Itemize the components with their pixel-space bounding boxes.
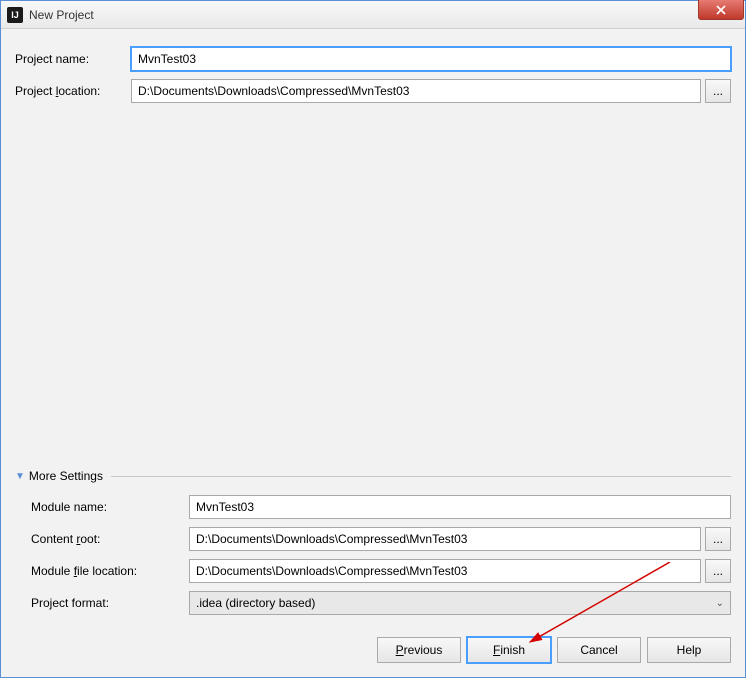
button-bar: Previous Finish Cancel Help	[15, 637, 731, 663]
content-root-label: Content root:	[31, 532, 189, 546]
project-format-label: Project format:	[31, 596, 189, 610]
more-settings-body: Module name: Content root: ... Module fi…	[15, 495, 731, 623]
help-button[interactable]: Help	[647, 637, 731, 663]
module-file-input[interactable]	[189, 559, 701, 583]
project-format-select[interactable]: .idea (directory based) ⌄	[189, 591, 731, 615]
module-name-label: Module name:	[31, 500, 189, 514]
more-settings-toggle[interactable]: ▼ More Settings	[15, 469, 731, 483]
window-title: New Project	[29, 8, 94, 22]
close-icon	[716, 5, 726, 15]
project-name-label: Project name:	[15, 52, 131, 66]
close-button[interactable]	[698, 0, 744, 20]
module-file-label: Module file location:	[31, 564, 189, 578]
project-location-input[interactable]	[131, 79, 701, 103]
project-format-value: .idea (directory based)	[196, 596, 315, 610]
chevron-down-icon: ▼	[15, 471, 25, 482]
titlebar: IJ New Project	[1, 1, 745, 29]
content-root-row: Content root: ...	[31, 527, 731, 551]
module-name-input[interactable]	[189, 495, 731, 519]
project-name-row: Project name:	[15, 47, 731, 71]
separator	[111, 476, 731, 477]
module-name-row: Module name:	[31, 495, 731, 519]
module-file-browse-button[interactable]: ...	[705, 559, 731, 583]
module-file-row: Module file location: ...	[31, 559, 731, 583]
project-location-label: Project location:	[15, 84, 131, 98]
spacer	[15, 111, 731, 469]
project-location-row: Project location: ...	[15, 79, 731, 103]
project-name-input[interactable]	[131, 47, 731, 71]
cancel-button[interactable]: Cancel	[557, 637, 641, 663]
content-root-browse-button[interactable]: ...	[705, 527, 731, 551]
more-settings-label: More Settings	[29, 469, 103, 483]
chevron-down-icon: ⌄	[716, 598, 724, 609]
content-root-input[interactable]	[189, 527, 701, 551]
dialog-content: Project name: Project location: ... ▼ Mo…	[1, 29, 745, 677]
project-format-row: Project format: .idea (directory based) …	[31, 591, 731, 615]
finish-button[interactable]: Finish	[467, 637, 551, 663]
project-location-browse-button[interactable]: ...	[705, 79, 731, 103]
previous-button[interactable]: Previous	[377, 637, 461, 663]
app-icon: IJ	[7, 7, 23, 23]
